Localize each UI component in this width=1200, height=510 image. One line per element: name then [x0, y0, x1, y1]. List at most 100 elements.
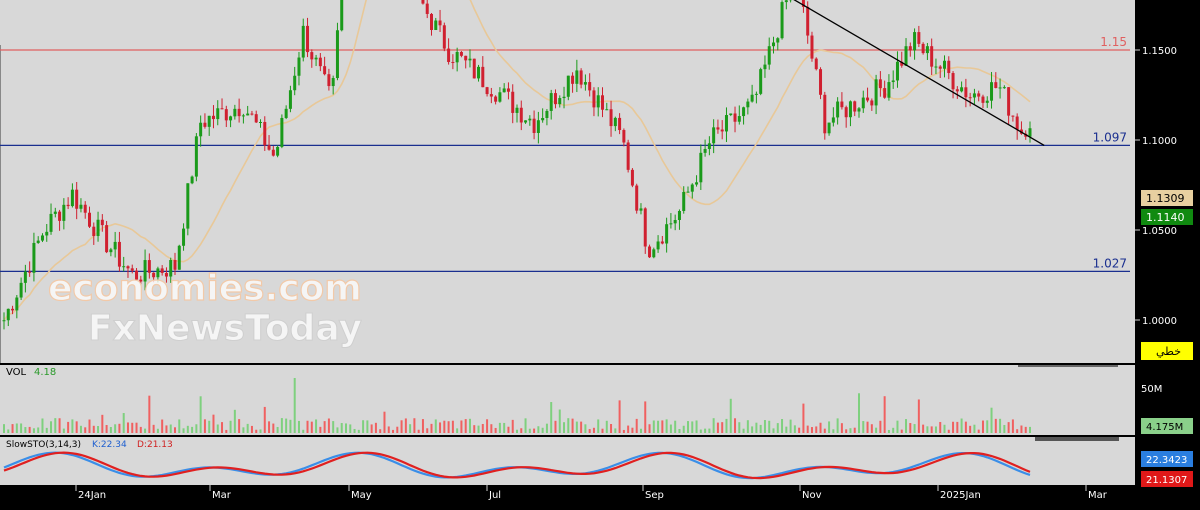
volume-bar — [854, 428, 856, 433]
candle-body — [208, 116, 211, 127]
candle-body — [84, 205, 87, 213]
volume-bar — [926, 426, 928, 433]
candle-body — [631, 170, 634, 186]
volume-bar — [606, 421, 608, 433]
volume-bar — [798, 428, 800, 433]
volume-bar — [332, 421, 334, 433]
volume-bar — [260, 429, 262, 433]
candle-body — [704, 149, 707, 153]
stochastic-d-tag: 21.1307 — [1141, 471, 1193, 487]
volume-bar — [837, 418, 839, 433]
candle-body — [597, 95, 600, 107]
candle-body — [691, 185, 694, 192]
volume-bar — [409, 424, 411, 433]
candle-body — [695, 182, 698, 184]
volume-bar — [495, 428, 497, 433]
volume-bar — [371, 424, 373, 433]
candle-body — [37, 241, 40, 243]
volume-bar — [439, 422, 441, 433]
volume-bar — [952, 422, 954, 433]
volume-bar — [272, 424, 274, 433]
candle-body — [443, 25, 446, 48]
volume-bar — [1012, 419, 1014, 433]
candle-body — [310, 52, 313, 59]
chart-canvas[interactable]: 1.00001.05001.10001.15001.20001.25001.30… — [0, 0, 1200, 506]
volume-bar — [153, 425, 155, 433]
price-tick-label: 1.1500 — [1142, 46, 1177, 57]
candle-body — [1003, 87, 1006, 88]
volume-bar — [183, 428, 185, 433]
volume-bar — [614, 428, 616, 433]
volume-bar — [678, 429, 680, 433]
candle-body — [315, 58, 318, 60]
candle-body — [734, 113, 737, 121]
linear-scale-label: خطي — [1156, 345, 1181, 358]
volume-bar — [50, 421, 52, 433]
volume-bar — [554, 421, 556, 433]
candle-body — [75, 190, 78, 209]
candle-body — [451, 62, 454, 63]
candle-body — [54, 212, 57, 214]
volume-bar — [713, 418, 715, 433]
volume-bar — [354, 429, 356, 433]
volume-bar — [426, 428, 428, 433]
candle-body — [759, 69, 762, 94]
volume-bar — [264, 407, 266, 433]
volume-bar — [687, 421, 689, 433]
candle-body — [652, 249, 655, 257]
candle-body — [870, 100, 873, 105]
candle-body — [41, 235, 44, 240]
candle-body — [994, 82, 997, 88]
linear-scale-button[interactable]: خطي — [1141, 342, 1193, 360]
volume-bar — [478, 426, 480, 433]
volume-bar — [858, 393, 860, 433]
volume-bar — [76, 421, 78, 433]
candle-body — [550, 93, 553, 111]
candle-body — [332, 78, 335, 86]
volume-bar — [969, 426, 971, 433]
candle-body — [990, 82, 993, 101]
candle-body — [203, 123, 206, 127]
volume-bar — [268, 421, 270, 433]
volume-bar — [277, 427, 279, 433]
candle-body — [772, 43, 775, 47]
last-price-tag: 1.1140 — [1141, 209, 1193, 225]
candle-body — [810, 36, 813, 59]
volume-bar — [520, 428, 522, 433]
candle-body — [785, 0, 788, 2]
candle-body — [11, 309, 14, 311]
candle-body — [879, 79, 882, 88]
candle-body — [456, 52, 459, 62]
candle-body — [840, 102, 843, 108]
volume-bar — [490, 424, 492, 433]
volume-bar — [448, 421, 450, 433]
candle-body — [601, 95, 604, 109]
volume-bar — [507, 427, 509, 433]
candle-body — [285, 109, 288, 118]
volume-tag: 4.175M — [1141, 418, 1193, 434]
stochastic-k-tag: 22.3423 — [1141, 451, 1193, 467]
volume-bar — [572, 419, 574, 433]
candle-body — [866, 98, 869, 101]
volume-bar — [589, 429, 591, 433]
volume-bar — [238, 419, 240, 433]
volume-bar — [1003, 425, 1005, 433]
candle-body — [97, 220, 100, 236]
candle-body — [1016, 117, 1019, 130]
candle-body — [430, 14, 433, 30]
volume-bar — [631, 428, 633, 433]
candle-body — [883, 88, 886, 98]
candle-body — [507, 88, 510, 91]
candle-body — [494, 97, 497, 102]
volume-bar — [200, 396, 202, 433]
candle-body — [815, 59, 818, 70]
volume-bar — [939, 422, 941, 433]
volume-bar — [683, 426, 685, 433]
candle-body — [823, 95, 826, 133]
candle-body — [426, 4, 429, 14]
time-tick-label: Sep — [645, 490, 664, 501]
volume-bar — [995, 419, 997, 433]
candle-body — [892, 80, 895, 82]
candle-body — [421, 0, 424, 4]
volume-bar — [533, 429, 535, 433]
